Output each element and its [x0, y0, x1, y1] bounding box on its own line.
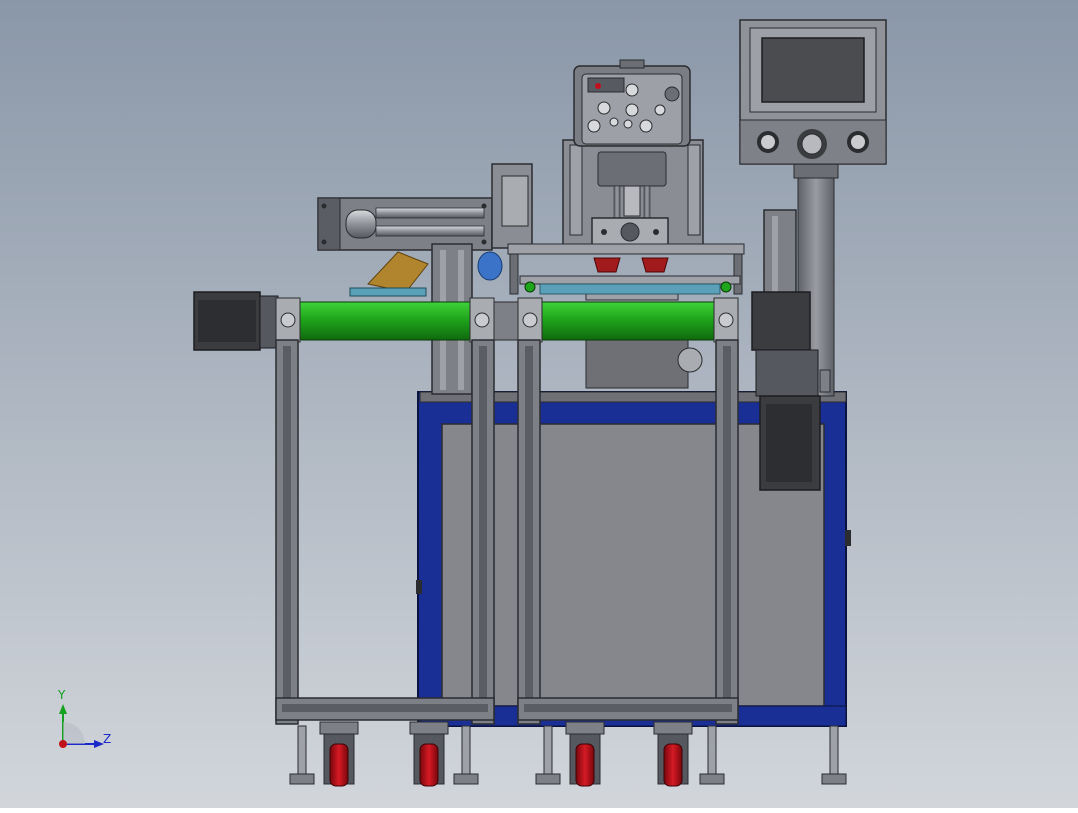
machine-assembly-model[interactable] [0, 0, 1078, 808]
pneumatic-cylinder[interactable] [317, 197, 493, 251]
blue-fitting [477, 251, 503, 281]
left-drive-motor[interactable] [193, 291, 279, 351]
emergency-stop-button[interactable] [797, 129, 827, 159]
stop-button[interactable] [757, 131, 779, 153]
cad-viewport[interactable]: Y Z [0, 0, 1078, 808]
green-conveyor-rollers[interactable] [297, 301, 715, 341]
hmi-screen[interactable] [761, 37, 865, 103]
axis-y-label: Y [58, 688, 66, 702]
start-button[interactable] [847, 131, 869, 153]
glass-plate [349, 287, 427, 297]
axis-z-label: Z [103, 732, 112, 746]
control-box[interactable] [573, 59, 691, 147]
